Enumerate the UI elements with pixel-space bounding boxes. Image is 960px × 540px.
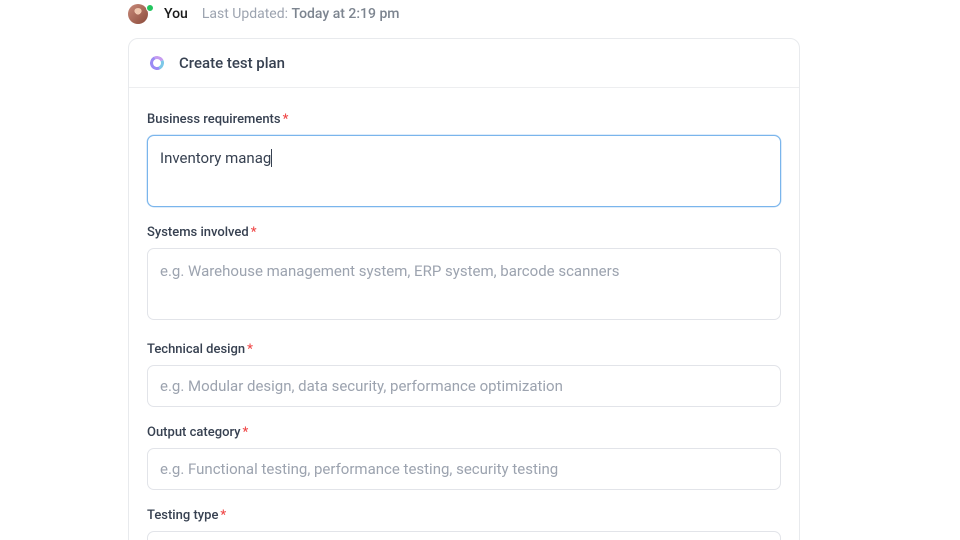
card-header: Create test plan <box>129 39 799 88</box>
label-systems-involved: Systems involved* <box>147 225 781 240</box>
field-technical-design: Technical design* <box>147 342 781 407</box>
text-cursor-icon <box>271 149 272 167</box>
label-technical-design: Technical design* <box>147 342 781 357</box>
app-icon <box>147 53 167 73</box>
systems-involved-textarea[interactable] <box>147 248 781 320</box>
last-updated-prefix: Last Updated: <box>202 6 288 22</box>
field-testing-type: Testing type* <box>147 508 781 540</box>
output-category-input[interactable] <box>147 448 781 490</box>
field-business-requirements: Business requirements* Inventory manag <box>147 112 781 207</box>
business-requirements-textarea[interactable]: Inventory manag <box>147 135 781 207</box>
last-updated: Last Updated: Today at 2:19 pm <box>202 6 400 22</box>
form-card: Create test plan Business requirements* … <box>128 38 800 540</box>
card-title: Create test plan <box>179 54 285 72</box>
avatar <box>128 4 148 24</box>
status-presence-dot <box>146 4 154 12</box>
label-business-requirements: Business requirements* <box>147 112 781 127</box>
author-label: You <box>164 6 188 22</box>
meta-row: You Last Updated: Today at 2:19 pm <box>0 4 960 24</box>
card-body: Business requirements* Inventory manag S… <box>129 88 799 540</box>
field-systems-involved: Systems involved* <box>147 225 781 324</box>
business-requirements-value: Inventory manag <box>160 149 271 167</box>
testing-type-input[interactable] <box>147 531 781 540</box>
label-output-category: Output category* <box>147 425 781 440</box>
technical-design-input[interactable] <box>147 365 781 407</box>
field-output-category: Output category* <box>147 425 781 490</box>
label-testing-type: Testing type* <box>147 508 781 523</box>
page-container: You Last Updated: Today at 2:19 pm Creat… <box>0 0 960 540</box>
last-updated-time: Today at 2:19 pm <box>292 6 400 22</box>
